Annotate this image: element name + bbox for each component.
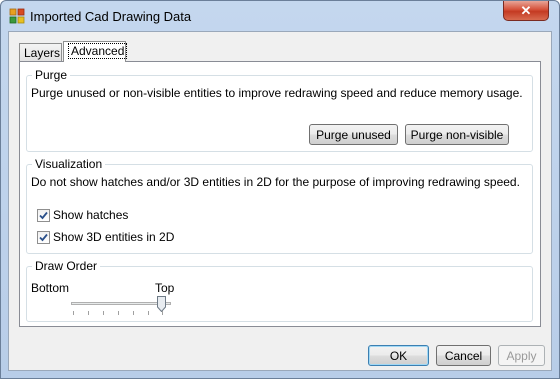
apply-button[interactable]: Apply	[498, 345, 545, 366]
slider-tick	[133, 311, 134, 315]
visualization-group-title: Visualization	[32, 157, 106, 171]
purge-description: Purge unused or non-visible entities to …	[31, 86, 523, 100]
show-hatches-checkbox[interactable]: Show hatches	[37, 208, 128, 222]
title-bar[interactable]: Imported Cad Drawing Data ✕	[1, 1, 559, 31]
draw-order-slider-track[interactable]	[71, 302, 171, 305]
show-3d-entities-label: Show 3D entities in 2D	[53, 230, 175, 244]
close-button[interactable]: ✕	[503, 1, 549, 21]
cancel-label: Cancel	[444, 348, 483, 363]
close-icon: ✕	[520, 2, 532, 18]
purge-group-title: Purge	[32, 68, 71, 82]
draw-order-group: Draw Order Bottom Top	[26, 259, 533, 322]
slider-tick	[88, 311, 89, 315]
tab-advanced[interactable]: Advanced	[63, 41, 128, 62]
show-hatches-label: Show hatches	[53, 208, 129, 222]
purge-unused-label: Purge unused	[316, 127, 391, 142]
purge-non-visible-button[interactable]: Purge non-visible	[405, 124, 509, 145]
purge-non-visible-label: Purge non-visible	[410, 127, 504, 142]
dialog-client: Layers Advanced Purge Purge unused or no…	[8, 31, 552, 371]
apply-label: Apply	[506, 348, 537, 363]
app-icon	[9, 8, 25, 24]
slider-tick	[118, 311, 119, 315]
show-3d-entities-check[interactable]	[37, 230, 50, 244]
cancel-button[interactable]: Cancel	[436, 345, 491, 366]
purge-group: Purge Purge unused or non-visible entiti…	[26, 68, 533, 152]
tab-layers[interactable]: Layers	[19, 43, 62, 61]
slider-tick	[73, 311, 74, 315]
ok-label: OK	[389, 348, 408, 363]
draw-order-slider-thumb[interactable]	[157, 296, 166, 312]
draw-order-top-label: Top	[155, 281, 175, 295]
tab-advanced-label: Advanced	[68, 43, 128, 59]
checkmark-icon	[39, 211, 48, 219]
ok-button[interactable]: OK	[368, 345, 429, 366]
slider-tick	[103, 311, 104, 315]
draw-order-group-title: Draw Order	[32, 259, 101, 273]
dialog-window: Imported Cad Drawing Data ✕ Layers Advan…	[0, 0, 560, 379]
tab-layers-label: Layers	[24, 46, 61, 60]
purge-unused-button[interactable]: Purge unused	[309, 124, 398, 145]
show-hatches-check[interactable]	[37, 208, 50, 222]
checkmark-icon	[39, 233, 48, 241]
advanced-tab-page: Purge Purge unused or non-visible entiti…	[19, 61, 541, 327]
slider-tick	[148, 311, 149, 315]
visualization-description: Do not show hatches and/or 3D entities i…	[31, 175, 520, 189]
show-3d-entities-checkbox[interactable]: Show 3D entities in 2D	[37, 230, 174, 244]
window-title: Imported Cad Drawing Data	[30, 9, 192, 24]
slider-tick	[162, 311, 163, 315]
visualization-group: Visualization Do not show hatches and/or…	[26, 157, 533, 254]
draw-order-bottom-label: Bottom	[31, 281, 70, 295]
